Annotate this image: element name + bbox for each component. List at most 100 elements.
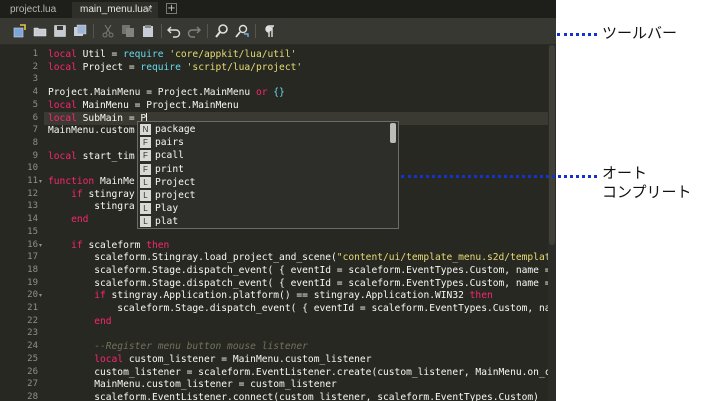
toolbar-callout-line: [557, 33, 597, 36]
undo-icon[interactable]: [166, 23, 182, 39]
code-token: if: [94, 290, 112, 302]
code-token: local: [48, 99, 83, 111]
copy-icon[interactable]: [120, 23, 136, 39]
autocomplete-item[interactable]: Fprint: [138, 163, 388, 176]
autocomplete-annotation-label-2: コンプリート: [602, 183, 692, 201]
pilcrow-icon[interactable]: [262, 23, 278, 39]
toolbar-separator: [93, 24, 94, 38]
code-token: scaleform.Stage.dispatch_event( { eventI…: [48, 303, 551, 314]
find-replace-icon[interactable]: [234, 23, 250, 39]
code-token: scaleform.Stage.dispatch_event( { eventI…: [48, 277, 556, 289]
completion-label: pcall: [155, 150, 184, 162]
open-folder-icon[interactable]: [32, 23, 48, 39]
editor-scrollbar[interactable]: [548, 45, 556, 401]
completion-kind-icon: N: [140, 124, 151, 135]
line-number: 19: [27, 277, 38, 288]
editor-scroll-thumb[interactable]: [549, 45, 555, 245]
code-token: MainMenu.custom_listener = custom_listen…: [48, 379, 337, 391]
line-number: 8: [32, 137, 38, 148]
code-line: local Project = require 'script/lua/proj…: [48, 61, 302, 74]
code-line: local custom_listener = MainMenu.custom_…: [48, 353, 371, 366]
completion-kind-icon: L: [140, 216, 151, 228]
line-number: 20: [27, 290, 38, 301]
autocomplete-item[interactable]: Lplat: [138, 215, 388, 228]
line-number: 26: [27, 366, 38, 377]
paste-icon[interactable]: [140, 23, 156, 39]
code-line: MainMenu.custom_listener = custom_listen…: [48, 378, 337, 391]
autocomplete-item[interactable]: Fpairs: [138, 136, 388, 149]
line-number: 15: [27, 226, 38, 237]
code-token: end: [71, 214, 89, 226]
fold-toggle-icon[interactable]: ▾: [39, 239, 42, 252]
code-token: require: [140, 61, 187, 73]
line-number: 23: [27, 328, 38, 339]
new-file-icon[interactable]: [11, 23, 27, 39]
fold-toggle-icon[interactable]: ▾: [39, 175, 42, 188]
fold-toggle-icon[interactable]: ▾: [39, 289, 42, 302]
autocomplete-item[interactable]: Lproject: [138, 189, 388, 202]
code-line: scaleform.Stage.dispatch_event( { eventI…: [48, 277, 556, 290]
code-line: function MainMe: [48, 175, 135, 188]
code-line: MainMenu.custom: [48, 124, 135, 137]
line-number: 27: [27, 379, 38, 390]
code-token: then: [146, 239, 170, 251]
completion-kind-icon: L: [140, 203, 151, 215]
autocomplete-scroll-thumb[interactable]: [390, 123, 396, 143]
line-number: 13: [27, 201, 38, 212]
code-token: MainMenu = Project.MainMenu: [82, 99, 239, 111]
code-token: or: [255, 87, 274, 99]
add-tab-icon[interactable]: +: [166, 3, 177, 14]
completion-label: pairs: [155, 137, 184, 149]
autocomplete-scrollbar[interactable]: [390, 123, 396, 227]
tab-main-menu-lua[interactable]: main_menu.lua* ✕: [72, 2, 158, 18]
autocomplete-item[interactable]: L Project: [138, 176, 388, 189]
code-token: --Register menu button mouse listener: [48, 341, 308, 353]
code-token: scaleform: [88, 239, 147, 251]
code-token: MainMe: [99, 176, 135, 187]
code-token: "content/ui/template_menu.s2d/templat: [336, 252, 551, 264]
redo-icon[interactable]: [186, 23, 202, 39]
autocomplete-item[interactable]: Npackage: [138, 123, 388, 136]
line-number: 12: [27, 188, 38, 199]
cut-icon[interactable]: [100, 23, 116, 39]
autocomplete-item[interactable]: Fpcall: [138, 149, 388, 162]
autocomplete-item[interactable]: L Play: [138, 202, 388, 215]
code-token: local: [48, 61, 83, 73]
save-icon[interactable]: [52, 23, 68, 39]
autocomplete-callout-line: [401, 175, 597, 178]
completion-kind-icon: F: [140, 163, 151, 175]
line-number: 17: [27, 252, 38, 263]
code-token: stingray.Application.platform() == sting…: [111, 290, 470, 302]
completion-label: print: [155, 163, 184, 175]
code-line: local Util = require 'core/appkit/lua/ut…: [48, 48, 296, 61]
code-line: custom_listener = scaleform.EventListene…: [48, 366, 550, 379]
find-icon[interactable]: [214, 23, 230, 39]
code-line: scaleform.Stingray.load_project_and_scen…: [48, 251, 551, 264]
line-number: 24: [27, 341, 38, 352]
tab-label: main_menu.lua*: [80, 4, 153, 15]
line-number: 16: [27, 239, 38, 250]
line-number: 5: [32, 99, 38, 110]
completion-label: Project: [155, 176, 196, 188]
line-number: 3: [32, 74, 38, 85]
close-icon[interactable]: ✕: [145, 2, 153, 18]
tab-project-lua[interactable]: project.lua: [2, 2, 70, 18]
completion-kind-icon: F: [140, 137, 151, 149]
completion-label: plat: [155, 216, 179, 228]
code-token: {}: [273, 87, 285, 99]
code-line: end: [48, 213, 88, 226]
save-all-icon[interactable]: [72, 23, 88, 39]
line-number: 4: [32, 87, 38, 98]
code-line: local MainMenu = Project.MainMenu: [48, 99, 239, 112]
code-token: if: [71, 239, 89, 251]
completion-label: Play: [155, 203, 179, 215]
code-line: local start_tim: [48, 150, 135, 163]
toolbar-separator: [207, 24, 208, 38]
toolbar: [0, 18, 556, 45]
code-line: end: [48, 315, 111, 328]
